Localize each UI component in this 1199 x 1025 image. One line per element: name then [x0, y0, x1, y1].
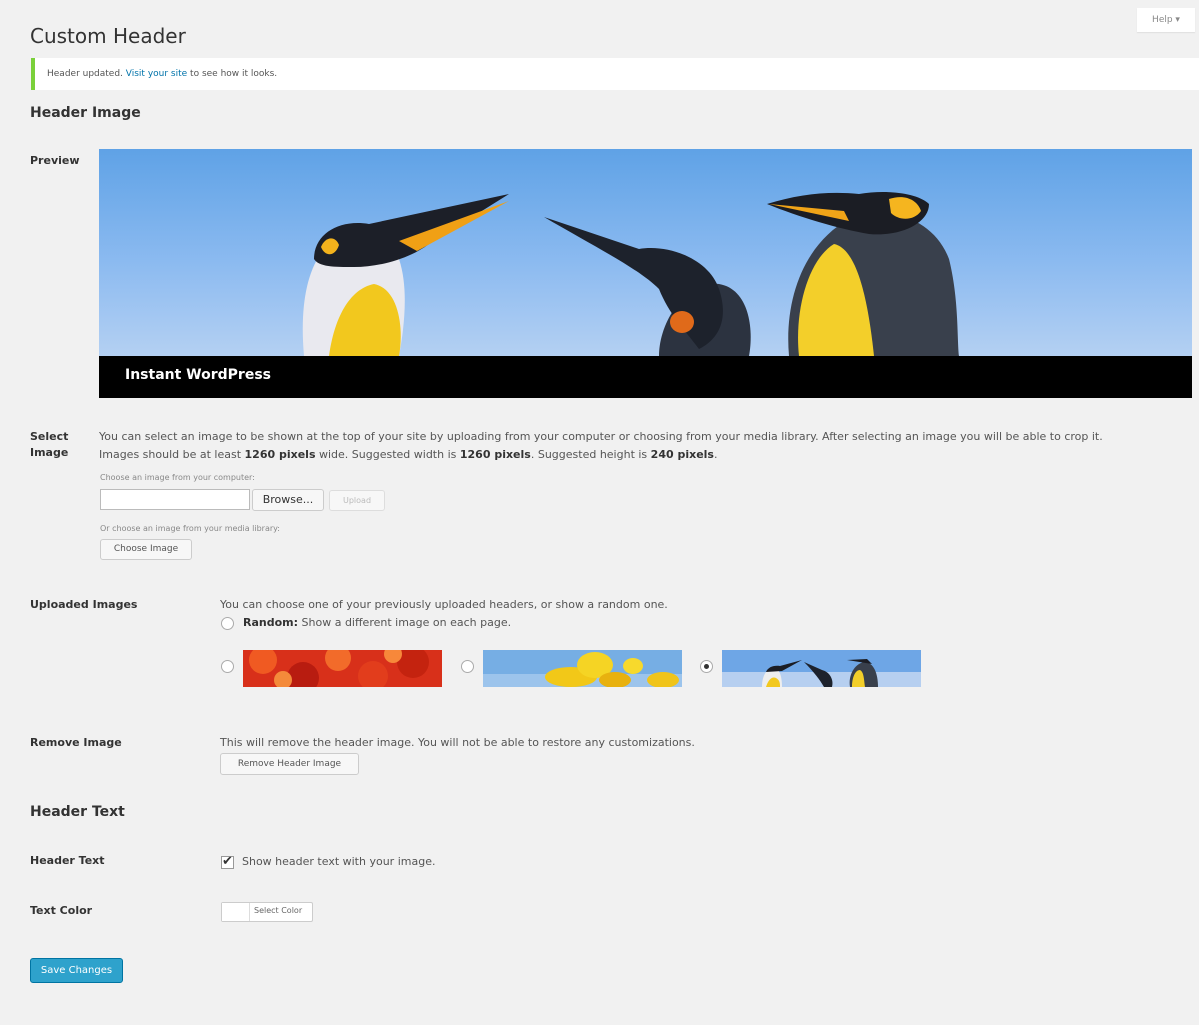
red-flowers-thumb-image: [243, 650, 442, 687]
header-option-radio-3[interactable]: [700, 660, 713, 673]
remove-image-label: Remove Image: [30, 736, 122, 749]
header-option-radio-1[interactable]: [221, 660, 234, 673]
help-tab[interactable]: Help ▾: [1137, 8, 1195, 32]
uploaded-images-label: Uploaded Images: [30, 598, 138, 611]
notice-text-end: to see how it looks.: [187, 69, 278, 79]
preview-site-title: Instant WordPress: [125, 367, 271, 383]
preview-title-bar: Instant WordPress: [99, 356, 1192, 398]
header-thumb-penguins[interactable]: [722, 650, 921, 687]
header-text-label: Header Text: [30, 854, 105, 867]
select-image-description: You can select an image to be shown at t…: [99, 428, 1194, 464]
browse-button[interactable]: Browse...: [252, 489, 324, 511]
select-image-desc-line1: You can select an image to be shown at t…: [99, 430, 1103, 443]
header-thumb-red-flowers[interactable]: [243, 650, 442, 687]
penguins-thumb-image: [722, 650, 921, 687]
choose-from-computer-label: Choose an image from your computer:: [100, 473, 255, 482]
save-changes-button[interactable]: Save Changes: [30, 958, 123, 983]
random-option-label: Random: Show a different image on each p…: [243, 616, 512, 629]
update-notice: Header updated. Visit your site to see h…: [31, 58, 1199, 90]
show-header-text-checkbox[interactable]: ✔: [221, 855, 234, 869]
select-image-label: Select Image: [30, 430, 69, 459]
select-image-desc-line2: Images should be at least 1260 pixels wi…: [99, 448, 718, 461]
visit-site-link[interactable]: Visit your site: [126, 69, 187, 79]
notice-text: Header updated.: [47, 69, 126, 79]
choose-from-library-label: Or choose an image from your media libra…: [100, 524, 280, 533]
text-color-label: Text Color: [30, 904, 93, 917]
header-option-radio-2[interactable]: [461, 660, 474, 673]
uploaded-images-description: You can choose one of your previously up…: [220, 598, 668, 611]
select-color-button[interactable]: Select Color: [221, 902, 313, 922]
header-thumb-yellow-flowers[interactable]: [483, 650, 682, 687]
select-color-label: Select Color: [254, 906, 303, 915]
choose-image-button[interactable]: Choose Image: [100, 539, 192, 560]
show-header-text-label: Show header text with your image.: [242, 855, 436, 868]
upload-button[interactable]: Upload: [329, 490, 385, 511]
remove-image-description: This will remove the header image. You w…: [220, 736, 695, 749]
header-preview-image: Instant WordPress: [99, 149, 1192, 398]
file-path-field[interactable]: [100, 489, 250, 510]
color-swatch: [222, 903, 250, 921]
random-radio[interactable]: [221, 617, 234, 630]
yellow-flowers-thumb-image: [483, 650, 682, 687]
preview-label: Preview: [30, 154, 80, 167]
header-image-heading: Header Image: [30, 105, 141, 121]
header-text-heading: Header Text: [30, 804, 125, 820]
page-title: Custom Header: [30, 24, 186, 48]
remove-header-image-button[interactable]: Remove Header Image: [220, 753, 359, 775]
